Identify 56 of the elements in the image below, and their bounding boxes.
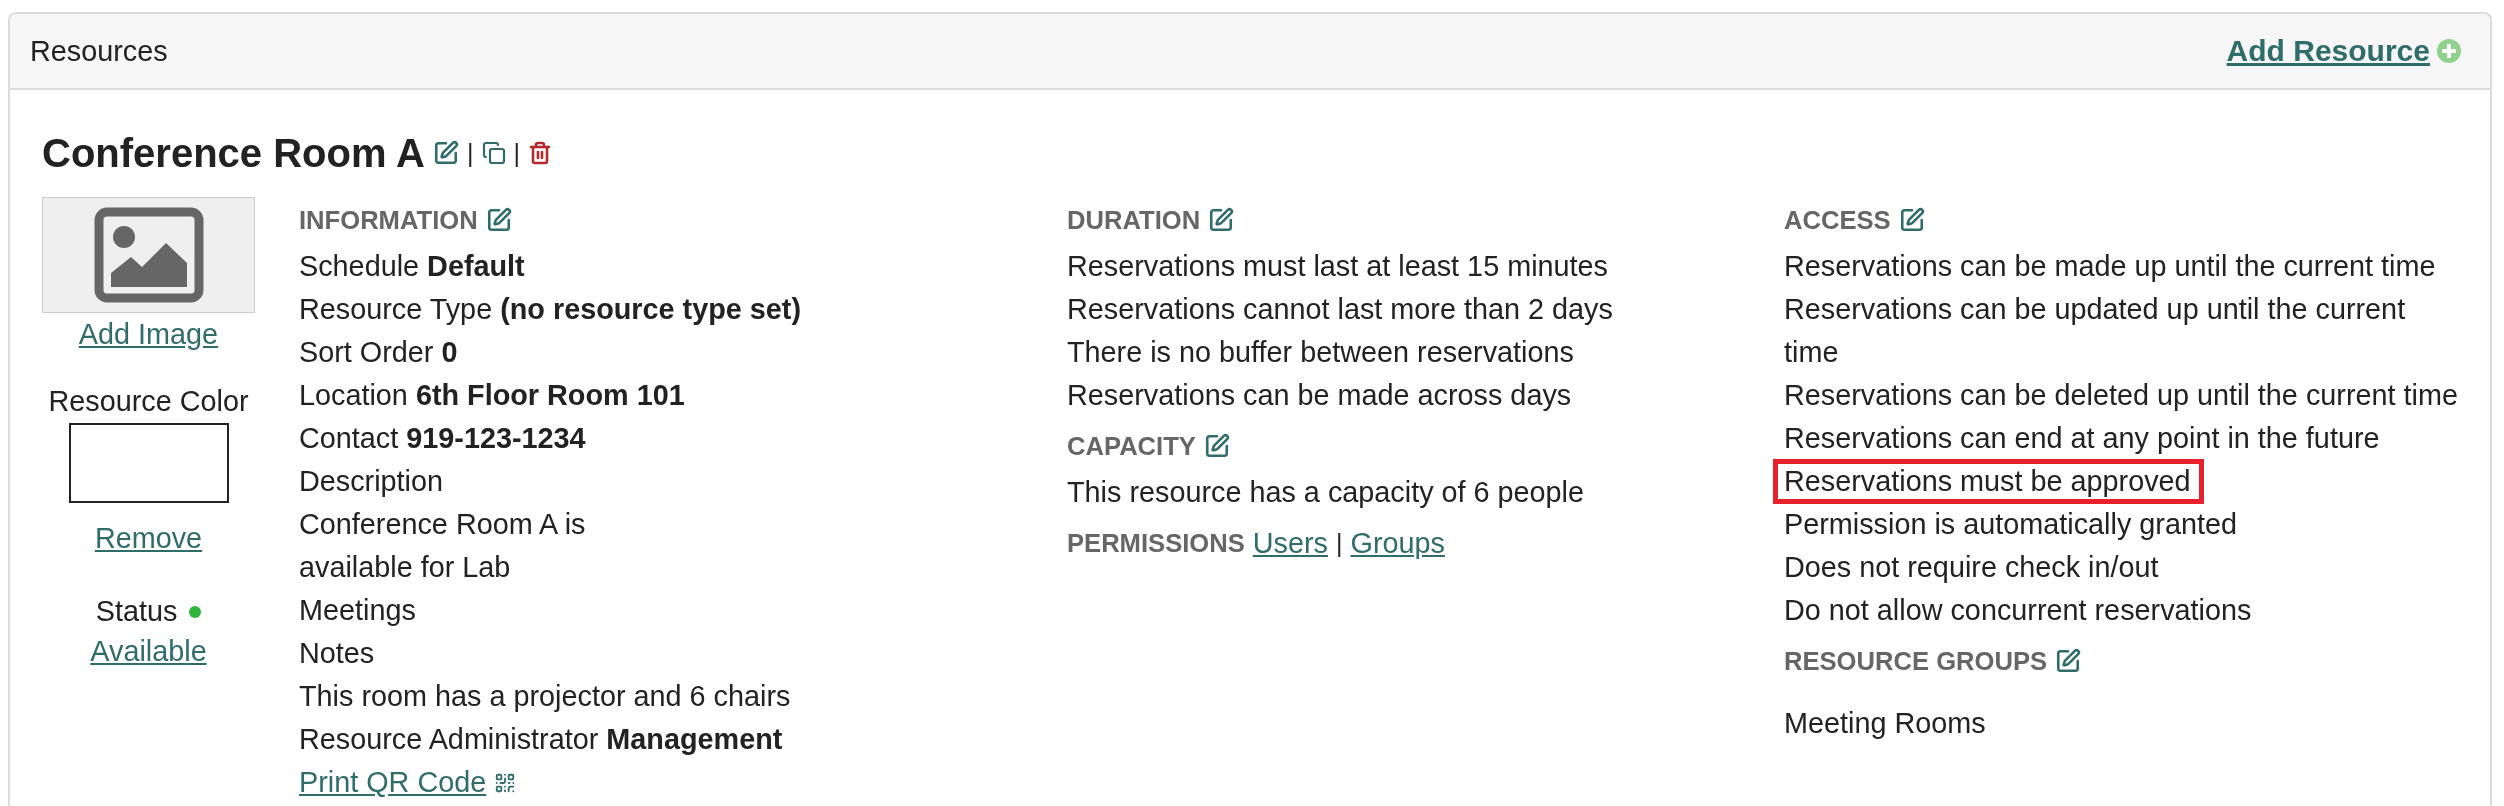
text-line: This resource has a capacity of 6 people bbox=[1067, 475, 1585, 510]
text-line: Reservations can be made up until the current time bbox=[1784, 249, 2436, 284]
status-link[interactable]: Available bbox=[90, 633, 207, 669]
status-label: Status bbox=[95, 594, 178, 629]
plus-circle-icon bbox=[2436, 38, 2462, 64]
text-line: There is no buffer between reservations bbox=[1067, 335, 1574, 370]
text-line: Reservations can end at any point in the future bbox=[1784, 421, 2380, 456]
info-line: Resource Type (no resource type set) bbox=[299, 292, 802, 327]
info-line: Location 6th Floor Room 101 bbox=[299, 378, 685, 413]
edit-icon[interactable] bbox=[433, 140, 459, 166]
text-line: This room has a projector and 6 chairs bbox=[299, 679, 791, 714]
copy-icon[interactable] bbox=[481, 141, 506, 165]
edit-icon[interactable] bbox=[1203, 433, 1230, 459]
text-line: Notes bbox=[299, 636, 375, 671]
info-line: Sort Order 0 bbox=[299, 335, 458, 370]
remove-color-link[interactable]: Remove bbox=[94, 517, 203, 560]
edit-icon[interactable] bbox=[1898, 207, 1925, 233]
permission-link[interactable]: Groups bbox=[1350, 521, 1445, 565]
resource-color-label: Resource Color bbox=[48, 384, 249, 419]
section-heading: ACCESS bbox=[1784, 205, 1891, 235]
section-heading: CAPACITY bbox=[1067, 431, 1196, 461]
separator: | bbox=[467, 138, 474, 168]
edit-icon[interactable] bbox=[2055, 648, 2082, 674]
separator: | bbox=[1336, 528, 1343, 558]
trash-icon[interactable] bbox=[528, 141, 552, 165]
print-qr-link[interactable]: Print QR Code bbox=[299, 761, 487, 804]
text-line: Do not allow concurrent reservations bbox=[1784, 593, 2252, 628]
text-line: Reservations cannot last more than 2 days bbox=[1067, 292, 1613, 327]
info-line: Resource Administrator Management bbox=[299, 722, 783, 757]
edit-icon[interactable] bbox=[1208, 207, 1235, 233]
add-image-link[interactable]: Add Image bbox=[78, 313, 219, 356]
text-line: available for Lab bbox=[299, 550, 511, 585]
info-line: Contact 919-123-1234 bbox=[299, 421, 586, 456]
info-line: Schedule Default bbox=[299, 249, 525, 284]
qr-code-icon bbox=[494, 771, 517, 794]
text-line: Meetings bbox=[299, 593, 416, 628]
text-line: Reservations can be deleted up until the current time bbox=[1784, 378, 2458, 413]
add-resource-link[interactable]: Add Resource bbox=[2226, 34, 2462, 68]
edit-icon[interactable] bbox=[485, 207, 512, 233]
text-line: Permission is automatically granted bbox=[1784, 507, 2237, 542]
panel-title: Resources bbox=[30, 34, 168, 68]
section-heading: INFORMATION bbox=[299, 205, 478, 235]
resource-name: Conference Room A bbox=[42, 130, 425, 176]
text-line: Reservations must last at least 15 minutes bbox=[1067, 249, 1608, 284]
text-line: Conference Room A is bbox=[299, 507, 586, 542]
separator: | bbox=[513, 138, 520, 168]
text-line: Reservations can be updated up until the current time bbox=[1784, 292, 2407, 370]
text-line: Meeting Rooms bbox=[1784, 706, 1986, 741]
permission-link[interactable]: Users bbox=[1252, 521, 1328, 565]
text-line: Description bbox=[299, 464, 444, 499]
section-heading: PERMISSIONS bbox=[1067, 528, 1245, 558]
text-line: Reservations can be made across days bbox=[1067, 378, 1572, 413]
section-heading: RESOURCE GROUPS bbox=[1784, 646, 2048, 676]
section-heading: DURATION bbox=[1067, 205, 1201, 235]
text-line: Does not require check in/out bbox=[1784, 550, 2159, 585]
image-placeholder-icon bbox=[93, 207, 204, 303]
